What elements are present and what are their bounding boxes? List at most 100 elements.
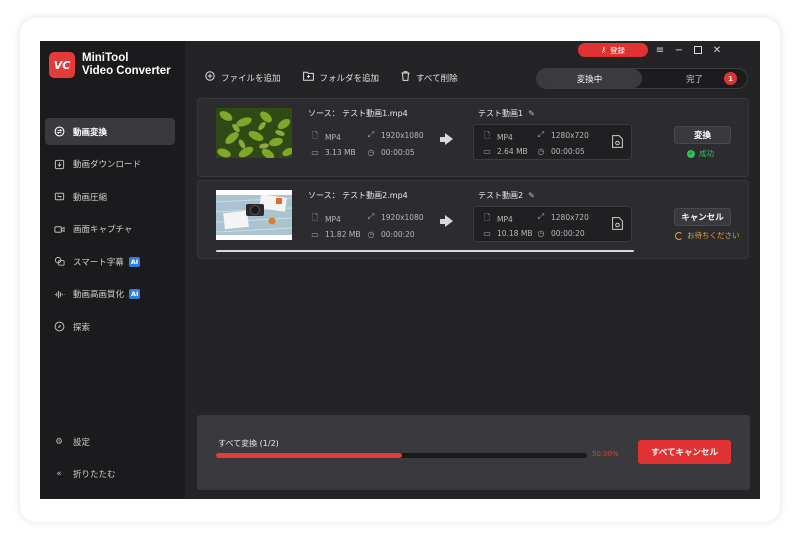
target-settings-box[interactable]: 🗋 MP4 ⤢ 1280x720 ▭ 2.64 MB ◷ 00:00:05 (473, 124, 632, 160)
plus-circle-icon (205, 71, 215, 84)
convert-icon (53, 126, 65, 138)
resolution-icon: ⤢ (537, 130, 545, 139)
resolution-icon: ⤢ (367, 212, 375, 221)
folder-plus-icon (302, 71, 314, 84)
overall-progress-percent: 50.00% (592, 450, 619, 458)
close-icon[interactable]: ✕ (710, 43, 724, 57)
sidebar-item-video-enhance[interactable]: 動画高画質化 AI (45, 281, 175, 308)
folder-icon: ▭ (311, 230, 319, 239)
source-size: ▭ 11.82 MB (310, 230, 360, 239)
clock-icon: ◷ (367, 230, 375, 239)
sidebar-item-label: 探索 (73, 322, 91, 333)
delete-all-button[interactable]: すべて削除 (401, 71, 458, 84)
source-filename: テスト動画2.mp4 (342, 191, 408, 200)
task-row: ソース： テスト動画2.mp4 🗋 MP4 ⤢ 1920x1080 ▭ 11.8… (197, 180, 749, 259)
sidebar-item-screen-capture[interactable]: 画面キャプチャ (45, 216, 175, 243)
app-name-line2: Video Converter (82, 65, 171, 77)
duration-value: 00:00:05 (551, 147, 585, 156)
source-duration: ◷ 00:00:05 (366, 148, 415, 157)
video-thumbnail (216, 190, 292, 240)
sidebar-item-label: 画面キャプチャ (73, 225, 133, 235)
resolution-icon: ⤢ (537, 212, 545, 221)
convert-button[interactable]: 変換 (674, 126, 731, 144)
edit-icon[interactable]: ✎ (528, 191, 535, 200)
collapse-button[interactable]: « 折りたたむ (53, 468, 173, 480)
subtitle-icon (53, 256, 65, 268)
clock-icon: ◷ (367, 148, 375, 157)
format-value: MP4 (497, 132, 513, 142)
source-prefix: ソース： (308, 191, 340, 200)
target-format: 🗋 MP4 (482, 212, 513, 226)
source-prefix: ソース： (308, 109, 340, 118)
ai-badge: AI (129, 289, 141, 299)
login-label: 登録 (610, 45, 626, 55)
status-label: お待ちください (687, 231, 740, 240)
tab-converting[interactable]: 変換中 (537, 69, 642, 88)
folder-icon: ▭ (483, 147, 491, 156)
minimize-icon[interactable]: − (672, 43, 686, 57)
trash-icon (401, 71, 410, 84)
target-settings-box[interactable]: 🗋 MP4 ⤢ 1280x720 ▭ 10.18 MB ◷ 00:00:20 (473, 206, 632, 242)
sidebar-item-smart-subtitle[interactable]: スマート字幕 AI (45, 248, 175, 275)
arrow-right-icon (440, 133, 453, 145)
convert-all-panel: すべて変換 (1/2) 50.00% すべてキャンセル (197, 415, 750, 490)
tab-done[interactable]: 完了 1 (642, 69, 747, 88)
source-format: 🗋 MP4 (310, 130, 341, 144)
file-icon: 🗋 (483, 213, 491, 222)
duration-value: 00:00:20 (551, 229, 585, 238)
source-title: ソース： テスト動画1.mp4 (308, 108, 408, 119)
target-duration: ◷ 00:00:20 (536, 229, 585, 238)
size-value: 11.82 MB (325, 230, 361, 239)
target-filename: テスト動画2 (478, 191, 524, 200)
menu-icon[interactable]: ≡ (653, 43, 667, 57)
source-resolution: ⤢ 1920x1080 (366, 130, 424, 140)
cancel-button[interactable]: キャンセル (674, 208, 731, 226)
resolution-value: 1920x1080 (381, 212, 424, 222)
target-duration: ◷ 00:00:05 (536, 147, 585, 156)
size-value: 10.18 MB (497, 229, 533, 238)
add-file-label: ファイルを追加 (221, 73, 281, 84)
waveform-icon (53, 288, 65, 300)
compress-icon (53, 191, 65, 203)
status-tabs: 変換中 完了 1 (536, 68, 748, 89)
size-value: 2.64 MB (497, 147, 528, 156)
sidebar-item-explore[interactable]: 探索 (45, 313, 175, 340)
sidebar-item-label: 動画高画質化 (73, 290, 125, 300)
target-size: ▭ 10.18 MB (482, 229, 532, 238)
settings-label: 設定 (73, 438, 91, 448)
status-label: 成功 (699, 149, 714, 158)
file-icon: 🗋 (483, 131, 491, 140)
login-button[interactable]: ⚷ 登録 (578, 43, 648, 57)
target-filename: テスト動画1 (478, 109, 524, 118)
format-value: MP4 (325, 132, 341, 142)
folder-icon: ▭ (483, 229, 491, 238)
edit-icon[interactable]: ✎ (528, 109, 535, 118)
task-progress-fill (216, 250, 634, 252)
settings-button[interactable]: ⚙ 設定 (53, 436, 173, 448)
resolution-value: 1280x720 (551, 130, 589, 140)
duration-value: 00:00:20 (381, 230, 415, 239)
file-settings-icon[interactable] (612, 217, 623, 233)
app-logo: VC MiniTool Video Converter (49, 52, 171, 78)
app-name: MiniTool Video Converter (82, 52, 171, 78)
maximize-icon[interactable] (691, 43, 705, 57)
app-window: VC MiniTool Video Converter 動画変換 動画ダウンロー… (40, 41, 760, 499)
compass-icon (53, 321, 65, 333)
tab-label: 変換中 (576, 74, 603, 85)
sidebar-nav: 動画変換 動画ダウンロード 動画圧縮 画面キャプチャ スマート字幕 AI 動画高… (45, 118, 175, 346)
cancel-all-button[interactable]: すべてキャンセル (638, 440, 731, 464)
sidebar-item-video-download[interactable]: 動画ダウンロード (45, 151, 175, 178)
title-bar: ⚷ 登録 ≡ − ✕ (560, 41, 760, 59)
add-folder-label: フォルダを追加 (319, 73, 380, 84)
logo-icon: VC (49, 52, 75, 78)
file-settings-icon[interactable] (612, 135, 623, 151)
sidebar-item-video-compress[interactable]: 動画圧縮 (45, 183, 175, 210)
sidebar-item-video-convert[interactable]: 動画変換 (45, 118, 175, 145)
arrow-right-icon (440, 215, 453, 227)
camera-icon (53, 223, 65, 235)
add-folder-button[interactable]: フォルダを追加 (302, 71, 380, 84)
task-progress-bar (216, 250, 634, 252)
overall-progress-fill (216, 453, 402, 458)
add-file-button[interactable]: ファイルを追加 (205, 71, 281, 84)
resolution-value: 1280x720 (551, 212, 589, 222)
